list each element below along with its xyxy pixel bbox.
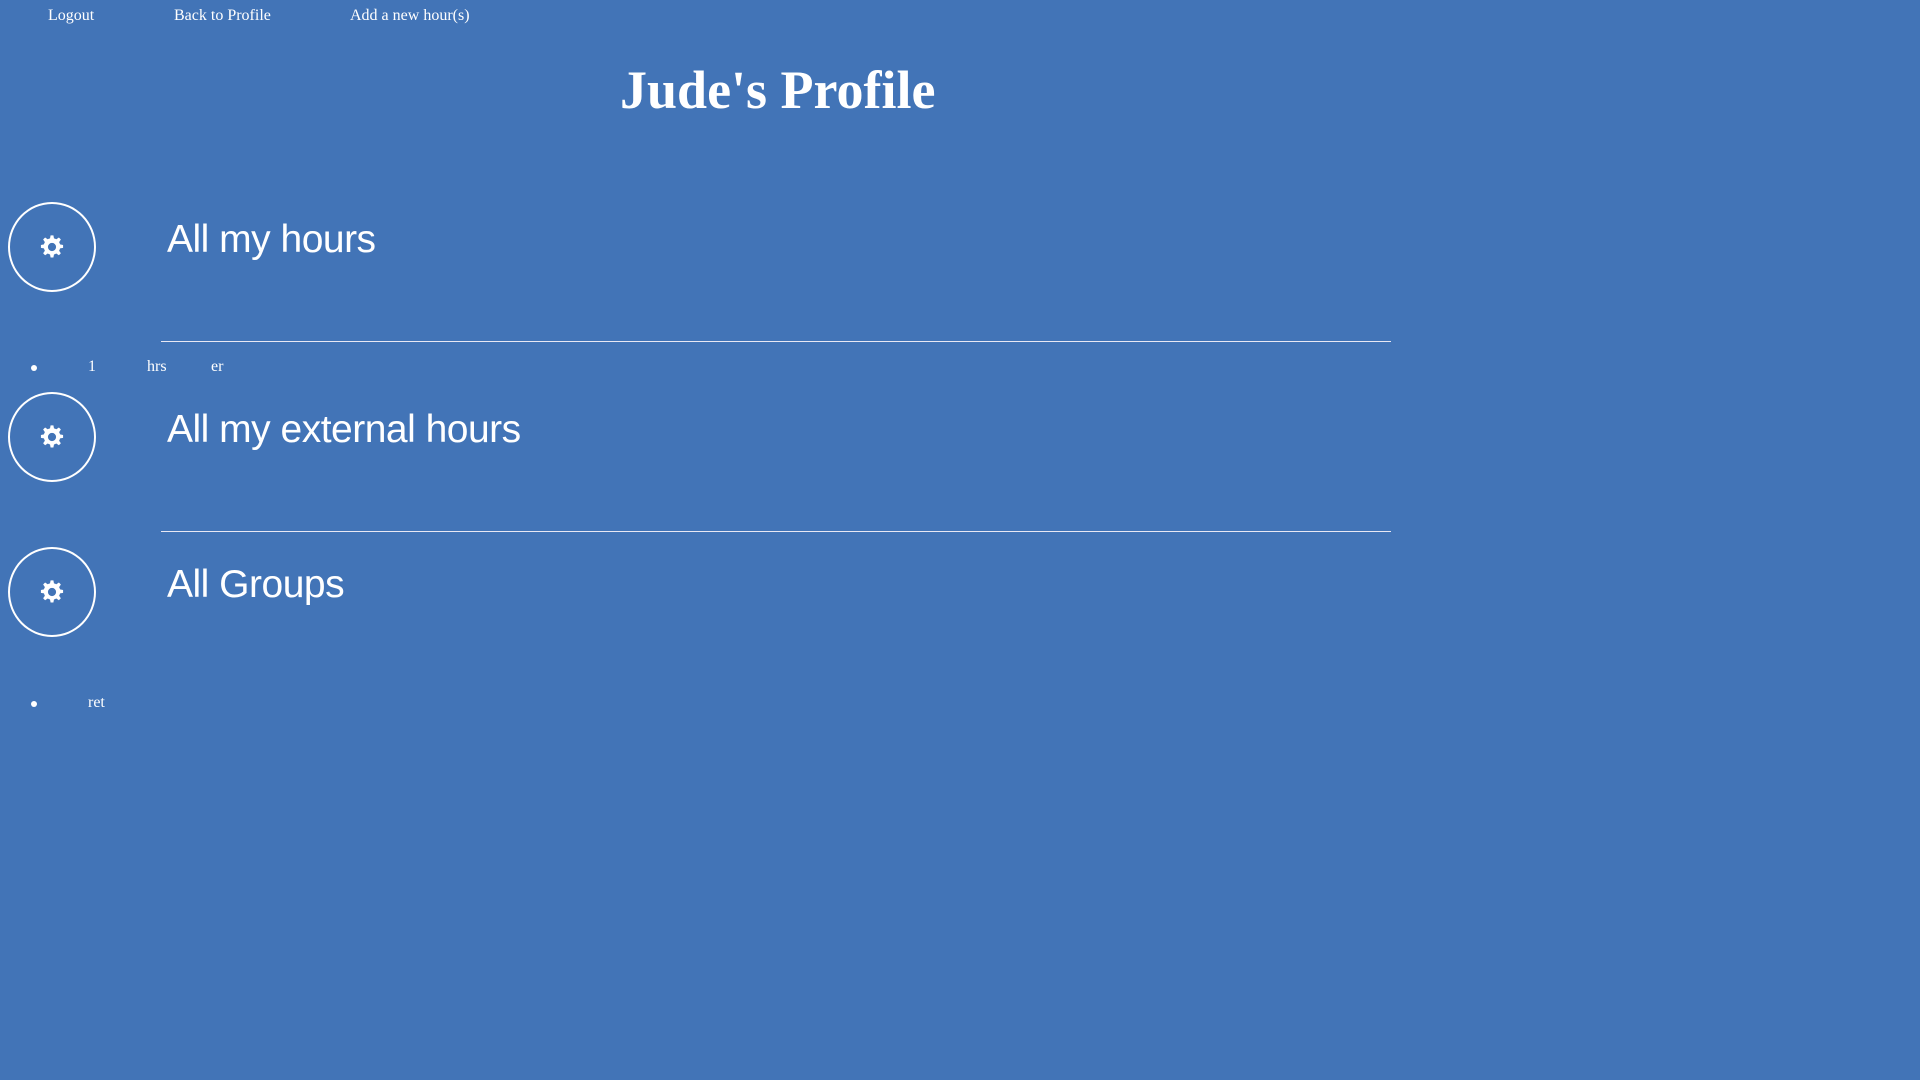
hours-settings-button[interactable] (8, 202, 96, 292)
section-divider (161, 341, 1391, 342)
section-divider (161, 531, 1391, 532)
profile-page: Logout Back to Profile Add a new hour(s)… (0, 0, 1920, 1080)
page-title: Jude's Profile (620, 60, 936, 120)
hours-note: er (211, 358, 224, 375)
bullet-icon (31, 701, 37, 707)
gear-icon (40, 580, 64, 603)
logout-link[interactable]: Logout (48, 6, 94, 26)
group-name: ret (88, 694, 105, 711)
all-my-external-hours-heading: All my external hours (167, 408, 521, 451)
back-to-profile-link[interactable]: Back to Profile (174, 6, 271, 26)
bullet-icon (31, 365, 37, 371)
external-hours-settings-button[interactable] (8, 392, 96, 482)
add-hours-link[interactable]: Add a new hour(s) (350, 6, 470, 26)
groups-settings-button[interactable] (8, 547, 96, 637)
all-my-hours-heading: All my hours (167, 218, 376, 261)
gear-icon (40, 235, 64, 258)
hours-amount: 1 (88, 358, 96, 375)
gear-icon (40, 425, 64, 448)
hours-unit: hrs (147, 358, 167, 375)
all-groups-heading: All Groups (167, 563, 345, 606)
